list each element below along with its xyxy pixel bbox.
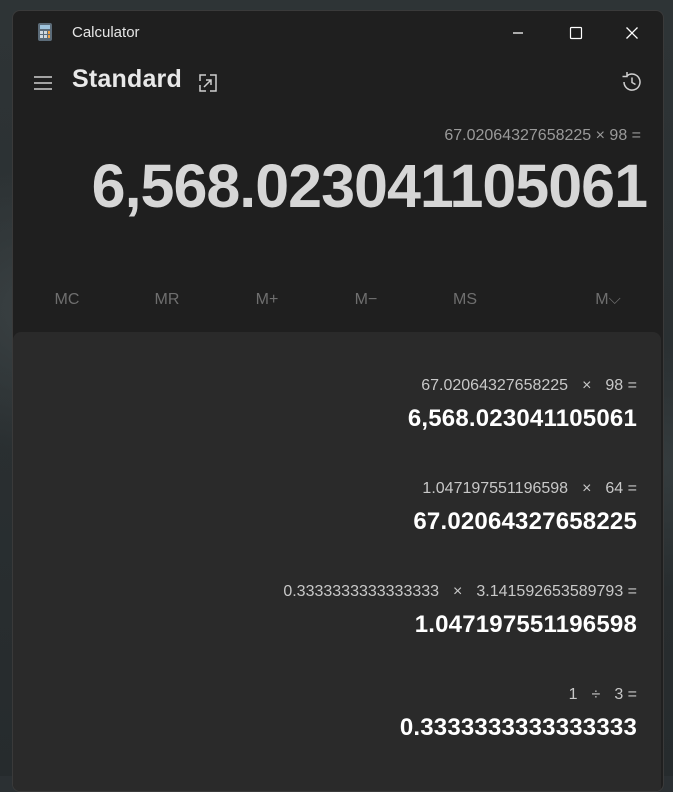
history-operand: 3 =: [614, 686, 637, 703]
memory-recall-button[interactable]: MR: [137, 291, 197, 309]
history-panel: 67.02064327658225 × 98 = 6,568.02304110506…: [13, 332, 661, 791]
expression-display: 67.02064327658225 × 98 =: [444, 127, 641, 144]
history-operand: 0.3333333333333333: [283, 583, 440, 600]
keep-on-top-icon: [199, 74, 217, 92]
keep-on-top-button[interactable]: [196, 71, 220, 95]
history-operator: ×: [582, 480, 592, 497]
mode-title: Standard: [72, 65, 182, 93]
close-button[interactable]: [617, 19, 647, 47]
window-title: Calculator: [72, 24, 140, 41]
maximize-icon: [569, 26, 583, 40]
history-operand: 67.02064327658225: [421, 377, 569, 394]
history-result: 0.3333333333333333: [399, 714, 637, 741]
history-operator: ÷: [591, 686, 601, 703]
memory-list-button[interactable]: M⌵: [578, 291, 638, 309]
history-item[interactable]: 1.047197551196598 × 64 = 67.02064327658225: [413, 480, 637, 536]
minimize-button[interactable]: [503, 19, 533, 47]
memory-clear-button[interactable]: MC: [37, 291, 97, 309]
history-expression: 1 ÷ 3 =: [400, 686, 637, 704]
history-icon: [622, 72, 641, 91]
history-operand: 64 =: [605, 480, 637, 497]
maximize-button[interactable]: [561, 19, 591, 47]
history-result: 1.047197551196598: [414, 611, 637, 638]
history-item[interactable]: 1 ÷ 3 = 0.3333333333333333: [400, 686, 637, 742]
hamburger-menu-icon: [34, 76, 52, 90]
history-operator: ×: [453, 583, 463, 600]
history-button[interactable]: [619, 69, 645, 95]
close-icon: [626, 27, 638, 39]
history-result: 6,568.023041105061: [407, 405, 637, 432]
calculator-window: Calculator Standard 67.02064327658225 × …: [12, 10, 664, 792]
history-result: 67.02064327658225: [413, 508, 637, 535]
history-expression: 1.047197551196598 × 64 =: [413, 480, 637, 498]
calculator-app-icon: [37, 23, 53, 41]
navigation-menu-button[interactable]: [31, 71, 55, 95]
memory-add-button[interactable]: M+: [237, 291, 297, 309]
history-expression: 0.3333333333333333 × 3.141592653589793 =: [283, 583, 637, 601]
title-bar[interactable]: Calculator: [13, 11, 663, 53]
history-operand: 1.047197551196598: [422, 480, 569, 497]
minimize-icon: [513, 32, 523, 34]
history-operand: 1: [568, 686, 578, 703]
memory-subtract-button[interactable]: M−: [336, 291, 396, 309]
history-expression: 67.02064327658225 × 98 =: [408, 377, 637, 395]
history-operand: 98 =: [605, 377, 637, 394]
history-item[interactable]: 67.02064327658225 × 98 = 6,568.02304110506…: [408, 377, 637, 433]
memory-store-button[interactable]: MS: [435, 291, 495, 309]
history-operator: ×: [582, 377, 592, 394]
result-display: 6,568.023041105061: [91, 152, 648, 220]
history-item[interactable]: 0.3333333333333333 × 3.141592653589793 = 1…: [283, 583, 637, 639]
history-operand: 3.141592653589793 =: [476, 583, 637, 600]
